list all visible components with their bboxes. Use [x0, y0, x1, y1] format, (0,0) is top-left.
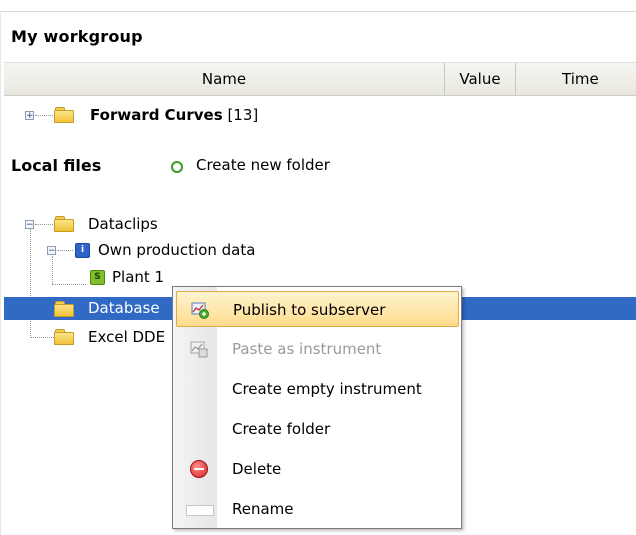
- menu-item-create-folder[interactable]: Create folder: [176, 411, 459, 447]
- menu-item-paste-as-instrument[interactable]: Paste as instrument: [176, 331, 459, 367]
- add-circle-icon: [171, 161, 183, 173]
- info-instrument-icon: i: [75, 243, 90, 258]
- tree-item-plant-1[interactable]: Plant 1: [112, 266, 164, 288]
- forward-curves-count: [13]: [227, 106, 259, 124]
- menu-item-label: Paste as instrument: [232, 340, 382, 358]
- context-menu: Publish to subserver Paste as instrument…: [172, 286, 462, 529]
- forward-curves-label: Forward Curves: [90, 106, 223, 124]
- menu-item-rename[interactable]: Rename: [176, 491, 459, 527]
- folder-icon: [54, 216, 74, 232]
- publish-icon: [191, 302, 209, 319]
- workgroup-title: My workgroup: [11, 27, 143, 46]
- series-icon: S: [90, 270, 105, 285]
- tree-connector: [35, 224, 53, 226]
- create-new-folder-link[interactable]: Create new folder: [171, 156, 330, 174]
- column-name-header[interactable]: Name: [4, 63, 445, 95]
- create-new-folder-label: Create new folder: [196, 156, 330, 174]
- rename-icon: [186, 505, 214, 516]
- tree-item-database[interactable]: Database: [88, 297, 160, 319]
- tree-item-forward-curves[interactable]: Forward Curves [13]: [90, 104, 258, 126]
- delete-icon: [190, 460, 208, 478]
- column-value-header[interactable]: Value: [445, 63, 516, 95]
- menu-item-delete[interactable]: Delete: [176, 451, 459, 487]
- tree-connector: [35, 115, 53, 117]
- tree-connector: [52, 256, 54, 284]
- menu-item-label: Create folder: [232, 420, 331, 438]
- menu-item-label: Delete: [232, 460, 282, 478]
- collapse-own-production-icon[interactable]: −: [47, 246, 56, 256]
- tree-connector: [52, 284, 86, 286]
- column-time-header[interactable]: Time: [516, 63, 636, 95]
- folder-icon: [54, 329, 74, 345]
- tree-connector: [57, 250, 73, 252]
- menu-item-create-empty-instrument[interactable]: Create empty instrument: [176, 371, 459, 407]
- menu-item-label: Rename: [232, 500, 294, 518]
- collapse-dataclips-icon[interactable]: −: [25, 220, 34, 230]
- folder-icon: [54, 107, 74, 123]
- panel-border-top: [0, 11, 636, 12]
- tree-connector: [30, 337, 54, 339]
- menu-item-label: Publish to subserver: [233, 301, 386, 319]
- tree-item-own-production-data[interactable]: Own production data: [98, 239, 255, 261]
- paste-icon: [190, 341, 208, 358]
- local-files-title: Local files: [11, 156, 102, 175]
- expand-forward-curves-icon[interactable]: +: [25, 111, 34, 121]
- folder-icon: [54, 301, 74, 317]
- panel-border-left: [0, 11, 1, 535]
- tree-item-dataclips[interactable]: Dataclips: [88, 213, 158, 235]
- menu-item-label: Create empty instrument: [232, 380, 422, 398]
- column-header: Name Value Time: [4, 62, 636, 96]
- menu-item-publish-to-subserver[interactable]: Publish to subserver: [176, 291, 459, 327]
- tree-item-excel-dde[interactable]: Excel DDE: [88, 326, 165, 348]
